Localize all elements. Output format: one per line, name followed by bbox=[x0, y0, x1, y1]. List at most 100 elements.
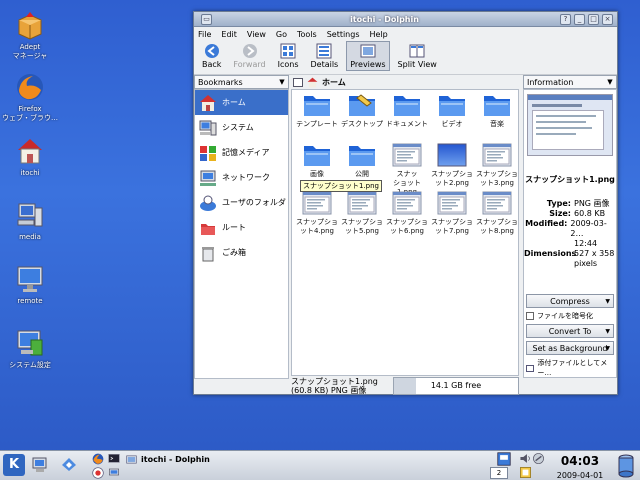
places-dropdown[interactable]: Bookmarks ▼ bbox=[194, 75, 289, 89]
place-home[interactable]: ホーム bbox=[195, 90, 288, 115]
maximize-icon[interactable]: □ bbox=[588, 13, 599, 25]
volume-icon[interactable] bbox=[519, 452, 532, 465]
convert-to-button[interactable]: Convert To ▼ bbox=[526, 324, 614, 338]
status-text: スナップショット1.png (60.8 KB) PNG 画像 bbox=[291, 377, 378, 395]
file-label: スナップショ ット3.png bbox=[476, 170, 518, 187]
monitor-icon bbox=[15, 264, 45, 294]
desktop-icon-remote[interactable]: remote bbox=[2, 264, 58, 306]
file-item[interactable]: スナップショ ット5.png bbox=[339, 190, 385, 236]
file-item[interactable]: 公開 bbox=[339, 142, 385, 179]
network-status-icon[interactable] bbox=[532, 452, 545, 465]
menu-go[interactable]: Go bbox=[276, 30, 287, 39]
icons-label: Icons bbox=[277, 60, 299, 69]
forward-button[interactable]: Forward bbox=[229, 41, 269, 71]
file-item[interactable]: 画像 bbox=[294, 142, 340, 179]
folder-icon bbox=[392, 92, 422, 118]
help-icon[interactable]: ? bbox=[560, 13, 571, 25]
file-item[interactable]: 音楽 bbox=[474, 92, 520, 129]
set-background-button[interactable]: Set as Background ▼ bbox=[526, 341, 614, 355]
file-item[interactable]: スナップショ ット6.png bbox=[384, 190, 430, 236]
menu-edit[interactable]: Edit bbox=[221, 30, 237, 39]
place-user-folder[interactable]: ユーザのフォルダ bbox=[195, 190, 288, 215]
task-itochi-dolphin[interactable]: itochi - Dolphin bbox=[126, 453, 491, 466]
update-notifier-icon[interactable] bbox=[519, 466, 532, 479]
terminal-icon[interactable] bbox=[108, 453, 120, 465]
file-label: テンプレート bbox=[296, 120, 338, 128]
place-root[interactable]: ルート bbox=[195, 215, 288, 240]
menu-file[interactable]: File bbox=[198, 30, 211, 39]
editable-location-icon[interactable] bbox=[293, 77, 303, 87]
back-button[interactable]: Back bbox=[198, 41, 225, 71]
split-view-button[interactable]: Split View bbox=[394, 41, 441, 71]
file-item[interactable]: スナップショ ット2.png bbox=[429, 142, 475, 188]
desktop-computer-icon[interactable] bbox=[32, 455, 50, 473]
close-icon[interactable]: × bbox=[602, 13, 613, 25]
help-center-icon[interactable] bbox=[92, 467, 104, 479]
window-menu-icon[interactable]: ▭ bbox=[201, 13, 212, 25]
desktop-folder-icon bbox=[347, 92, 377, 118]
system-settings-icon bbox=[15, 328, 45, 358]
desktop-icon-settings[interactable]: システム設定 bbox=[2, 328, 58, 370]
split-view-icon bbox=[409, 44, 425, 58]
breadcrumb: ホーム bbox=[291, 75, 519, 89]
file-item[interactable]: デスクトップ bbox=[339, 92, 385, 129]
k-menu-button[interactable]: K bbox=[3, 454, 25, 476]
meta-modified-key: Modified: bbox=[525, 219, 568, 228]
place-system[interactable]: システム bbox=[195, 115, 288, 140]
file-item[interactable]: スナッ ショット1.png bbox=[384, 142, 430, 197]
chevron-down-icon: ▼ bbox=[605, 327, 610, 335]
storage-media-icon bbox=[200, 145, 216, 161]
compress-button[interactable]: Compress ▼ bbox=[526, 294, 614, 308]
file-label: スナップショ ット4.png bbox=[296, 218, 338, 235]
place-network[interactable]: ネットワーク bbox=[195, 165, 288, 190]
menu-view[interactable]: View bbox=[247, 30, 266, 39]
home-icon[interactable] bbox=[307, 77, 318, 88]
details-view-button[interactable]: Details bbox=[306, 41, 342, 71]
previews-button[interactable]: Previews bbox=[346, 41, 390, 71]
browser-icon[interactable] bbox=[92, 453, 104, 465]
clock[interactable]: 04:03 2009-04-01 bbox=[548, 454, 612, 480]
minimize-icon[interactable]: _ bbox=[574, 13, 585, 25]
meta-dims-value: 527 x 358 bbox=[574, 249, 615, 258]
file-item[interactable]: スナップショ ット8.png bbox=[474, 190, 520, 236]
desktop-icon-firefox[interactable]: Firefox ウェブ・ブラウ… bbox=[2, 72, 58, 123]
icons-view-button[interactable]: Icons bbox=[274, 41, 303, 71]
file-item[interactable]: ビデオ bbox=[429, 92, 475, 129]
menu-tools[interactable]: Tools bbox=[297, 30, 317, 39]
home-icon bbox=[200, 94, 216, 111]
file-label: 画像 bbox=[310, 170, 324, 178]
desktop-icon-adept[interactable]: Adept マネージャ bbox=[2, 10, 58, 61]
information-dropdown[interactable]: Information ▼ bbox=[523, 75, 617, 89]
place-trash[interactable]: ごみ箱 bbox=[195, 240, 288, 265]
taskbar: K itochi - Dolphin 2 04:03 2009-04-01 bbox=[0, 450, 640, 480]
network-manager-icon[interactable] bbox=[108, 467, 120, 479]
file-item[interactable]: スナップショ ット4.png bbox=[294, 190, 340, 236]
information-header: Information bbox=[527, 77, 574, 87]
title-bar[interactable]: ▭ itochi - Dolphin ? _ □ × bbox=[194, 12, 617, 27]
place-storage[interactable]: 記憶メディア bbox=[195, 140, 288, 165]
image-thumbnail-icon bbox=[392, 190, 422, 216]
details-view-icon bbox=[316, 43, 332, 59]
virtual-desktop-pager[interactable]: 2 bbox=[490, 467, 508, 479]
file-item[interactable]: スナップショ ット3.png bbox=[474, 142, 520, 188]
desktop-icon-home[interactable]: itochi bbox=[2, 136, 58, 178]
file-manager-icon[interactable] bbox=[60, 455, 78, 473]
menu-settings[interactable]: Settings bbox=[327, 30, 360, 39]
desktop-switch-icon[interactable] bbox=[497, 452, 511, 466]
file-item[interactable]: テンプレート bbox=[294, 92, 340, 129]
menu-help[interactable]: Help bbox=[370, 30, 388, 39]
file-label: スナップショ ット5.png bbox=[341, 218, 383, 235]
task-title: itochi - Dolphin bbox=[141, 455, 210, 464]
meta-type-value: PNG 画像 bbox=[574, 199, 610, 208]
breadcrumb-current[interactable]: ホーム bbox=[322, 77, 346, 88]
status-bar: スナップショット1.png (60.8 KB) PNG 画像 14.1 GB f… bbox=[291, 377, 519, 395]
file-item[interactable]: ドキュメント bbox=[384, 92, 430, 129]
file-label: スナップショ ット2.png bbox=[431, 170, 473, 187]
desktop-icon-media[interactable]: media bbox=[2, 200, 58, 242]
encrypt-checkbox[interactable]: ファイルを暗号化 bbox=[526, 311, 614, 321]
attach-mail-action[interactable]: 添付ファイルとしてメー… bbox=[526, 358, 614, 378]
network-icon bbox=[200, 170, 216, 186]
storage-device-icon[interactable] bbox=[617, 454, 635, 478]
checkbox-box[interactable] bbox=[526, 312, 534, 320]
file-item[interactable]: スナップショ ット7.png bbox=[429, 190, 475, 236]
